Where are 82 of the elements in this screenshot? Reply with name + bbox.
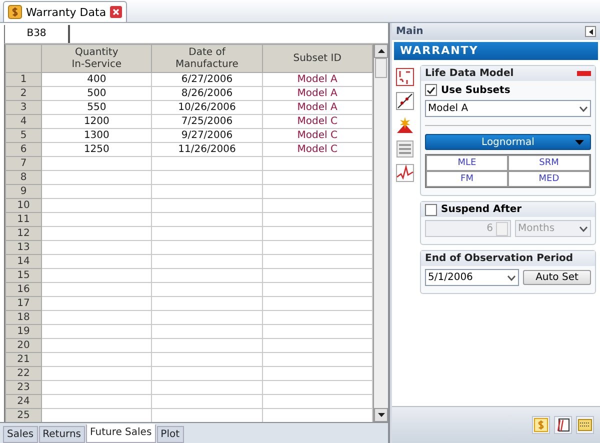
table-cell[interactable]: Model C bbox=[262, 114, 372, 128]
sheet-tab[interactable]: Future Sales bbox=[86, 424, 156, 443]
scroll-thumb[interactable] bbox=[375, 58, 387, 78]
table-cell[interactable]: Model A bbox=[262, 72, 372, 86]
dropdown-caret-icon bbox=[579, 106, 588, 112]
row-header[interactable]: 20 bbox=[6, 338, 42, 352]
table-cell[interactable]: Model A bbox=[262, 86, 372, 100]
row-header[interactable]: 19 bbox=[6, 324, 42, 338]
table-cell[interactable]: 500 bbox=[42, 86, 152, 100]
scroll-down-icon[interactable] bbox=[378, 413, 384, 417]
dropdown-caret-icon bbox=[507, 274, 516, 280]
row-header[interactable]: 22 bbox=[6, 366, 42, 380]
corner-cell[interactable] bbox=[6, 44, 42, 72]
row-header[interactable]: 24 bbox=[6, 394, 42, 408]
line-plot-icon[interactable] bbox=[396, 92, 414, 110]
table-cell[interactable]: 10/26/2006 bbox=[152, 100, 262, 114]
sheet-tab[interactable]: Sales bbox=[3, 426, 38, 443]
row-header[interactable]: 6 bbox=[6, 142, 42, 156]
report-icon[interactable] bbox=[554, 416, 572, 434]
table-cell[interactable]: 400 bbox=[42, 72, 152, 86]
table-cell[interactable]: 11/26/2006 bbox=[152, 142, 262, 156]
row-header[interactable]: 12 bbox=[6, 226, 42, 240]
distribution-button[interactable]: Lognormal bbox=[425, 134, 591, 150]
row-header[interactable]: 3 bbox=[6, 100, 42, 114]
scroll-up-icon[interactable] bbox=[378, 49, 384, 53]
subset-dropdown[interactable]: Model A bbox=[425, 100, 591, 117]
chart-icon[interactable] bbox=[396, 164, 414, 182]
sheet-tab[interactable]: Plot bbox=[156, 426, 184, 443]
row-header[interactable]: 7 bbox=[6, 156, 42, 170]
row-header[interactable]: 18 bbox=[6, 310, 42, 324]
dollar-icon bbox=[8, 5, 22, 19]
auto-set-button[interactable]: Auto Set bbox=[523, 270, 591, 285]
row-header[interactable]: 16 bbox=[6, 282, 42, 296]
close-icon[interactable] bbox=[110, 6, 122, 18]
date-dropdown[interactable]: 5/1/2006 bbox=[425, 269, 519, 286]
sheet-icon[interactable] bbox=[576, 416, 594, 434]
group-title: End of Observation Period bbox=[425, 253, 574, 264]
method-button[interactable]: MLE bbox=[426, 155, 508, 171]
table-cell[interactable]: Model C bbox=[262, 128, 372, 142]
table-cell[interactable]: 550 bbox=[42, 100, 152, 114]
row-header[interactable]: 2 bbox=[6, 86, 42, 100]
method-button[interactable]: FM bbox=[426, 171, 508, 187]
row-header[interactable]: 11 bbox=[6, 212, 42, 226]
dropdown-caret-icon bbox=[579, 226, 588, 232]
row-header[interactable]: 25 bbox=[6, 408, 42, 422]
table-cell[interactable]: 8/26/2006 bbox=[152, 86, 262, 100]
use-subsets-checkbox[interactable]: Use Subsets bbox=[425, 84, 591, 96]
table-cell[interactable]: Model A bbox=[262, 100, 372, 114]
row-header[interactable]: 5 bbox=[6, 128, 42, 142]
vertical-scrollbar[interactable] bbox=[373, 44, 388, 422]
method-button[interactable]: SRM bbox=[508, 155, 590, 171]
left-arrow-icon bbox=[588, 28, 592, 34]
wizard-icon[interactable] bbox=[396, 116, 414, 134]
table-cell[interactable]: 7/25/2006 bbox=[152, 114, 262, 128]
row-header[interactable]: 9 bbox=[6, 184, 42, 198]
panel-title: Main bbox=[396, 26, 424, 37]
group-title: Life Data Model bbox=[425, 68, 514, 79]
table-cell[interactable]: 9/27/2006 bbox=[152, 128, 262, 142]
column-header[interactable]: Subset ID bbox=[262, 44, 372, 72]
row-header[interactable]: 1 bbox=[6, 72, 42, 86]
row-header[interactable]: 15 bbox=[6, 268, 42, 282]
row-header[interactable]: 14 bbox=[6, 254, 42, 268]
table-cell[interactable]: Model C bbox=[262, 142, 372, 156]
row-header[interactable]: 17 bbox=[6, 296, 42, 310]
checkmark-icon bbox=[426, 86, 436, 94]
row-header[interactable]: 10 bbox=[6, 198, 42, 212]
column-header[interactable]: Quantity In-Service bbox=[42, 44, 152, 72]
row-header[interactable]: 21 bbox=[6, 352, 42, 366]
table-cell[interactable]: 1300 bbox=[42, 128, 152, 142]
row-header[interactable]: 13 bbox=[6, 240, 42, 254]
method-button[interactable]: MED bbox=[508, 171, 590, 187]
dropdown-caret-icon bbox=[575, 140, 584, 145]
row-header[interactable]: 23 bbox=[6, 380, 42, 394]
table-cell[interactable]: 1200 bbox=[42, 114, 152, 128]
warranty-banner: WARRANTY bbox=[394, 42, 598, 60]
row-header[interactable]: 8 bbox=[6, 170, 42, 184]
row-header[interactable]: 4 bbox=[6, 114, 42, 128]
table-cell[interactable]: 6/27/2006 bbox=[152, 72, 262, 86]
table-cell[interactable]: 1250 bbox=[42, 142, 152, 156]
collapse-button[interactable] bbox=[585, 26, 596, 37]
sheet-tab[interactable]: Returns bbox=[38, 426, 86, 443]
column-header[interactable]: Date of Manufacture bbox=[152, 44, 262, 72]
